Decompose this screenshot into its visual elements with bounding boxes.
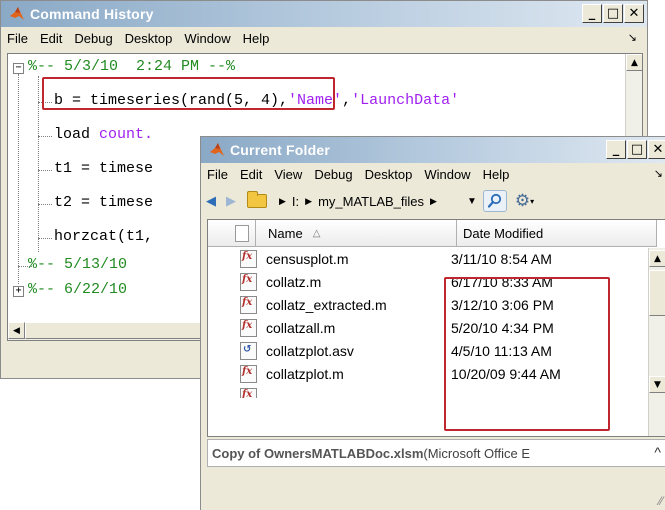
- menu-debug[interactable]: Debug: [314, 167, 352, 182]
- minimize-button[interactable]: _: [582, 4, 602, 23]
- file-details-panel[interactable]: Copy of OwnersMATLABDoc.xlsm (Microsoft …: [207, 439, 665, 467]
- matlab-function-icon: fx: [240, 388, 257, 398]
- back-arrow-icon[interactable]: ◀: [206, 193, 216, 209]
- scroll-left-icon[interactable]: ◀: [8, 322, 25, 339]
- menu-desktop[interactable]: Desktop: [125, 31, 173, 46]
- menu-file[interactable]: File: [207, 167, 228, 182]
- scroll-up-icon[interactable]: ▲: [626, 54, 642, 71]
- scroll-up-icon[interactable]: ▲: [649, 250, 665, 267]
- breadcrumb-arrow-icon[interactable]: ▶: [430, 196, 437, 207]
- breadcrumb-arrow-icon[interactable]: ▶: [279, 196, 286, 207]
- forward-arrow-icon[interactable]: ▶: [226, 193, 236, 209]
- command-history-titlebar[interactable]: Command History: [1, 1, 647, 27]
- file-date: 3/11/10 8:54 AM: [451, 251, 552, 267]
- search-icon: [487, 193, 501, 208]
- matlab-function-icon: fx: [240, 365, 257, 383]
- column-header-name-label: Name: [268, 225, 303, 241]
- matlab-function-icon: fx: [240, 273, 257, 291]
- current-folder-titlebar[interactable]: Current Folder: [201, 137, 665, 163]
- file-name: collatzplot.m: [266, 366, 344, 382]
- menu-window[interactable]: Window: [424, 167, 470, 182]
- maximize-button[interactable]: □: [603, 4, 623, 23]
- file-name: collatzplot.asv: [266, 343, 354, 359]
- collapse-toggle[interactable]: −: [13, 63, 24, 74]
- column-header-date[interactable]: Date Modified: [457, 220, 657, 247]
- maximize-button[interactable]: □: [627, 140, 647, 159]
- highlight-box: [42, 77, 335, 110]
- matlab-function-icon: fx: [240, 296, 257, 314]
- matlab-logo-icon: [9, 6, 25, 22]
- session-header[interactable]: %-- 5/13/10: [28, 256, 127, 273]
- history-command[interactable]: load count.: [54, 126, 153, 143]
- column-header-date-label: Date Modified: [463, 225, 544, 241]
- file-name: collatz_extracted.m: [266, 297, 387, 313]
- menu-edit[interactable]: Edit: [40, 31, 62, 46]
- menu-help[interactable]: Help: [483, 167, 510, 182]
- address-dropdown-icon[interactable]: ▼: [467, 196, 477, 207]
- history-command[interactable]: t2 = timese: [54, 194, 153, 211]
- address-bar: ◀ ▶ ▶ I: ▶ my_MATLAB_files ▶ ▼ ⚙ ▾: [201, 186, 665, 216]
- current-folder-title: Current Folder: [230, 142, 331, 158]
- session-header[interactable]: %-- 6/22/10: [28, 281, 127, 298]
- details-file-name: Copy of OwnersMATLABDoc.xlsm: [212, 445, 424, 461]
- history-command[interactable]: t1 = timese: [54, 160, 153, 177]
- file-name: collatzall.m: [266, 320, 336, 336]
- resize-grip-icon[interactable]: ⁄⁄: [659, 494, 663, 508]
- menu-view[interactable]: View: [274, 167, 302, 182]
- file-header-icon: [235, 224, 249, 242]
- column-header-name[interactable]: Name △: [256, 220, 457, 247]
- breadcrumb-folder[interactable]: my_MATLAB_files: [318, 194, 424, 209]
- expand-toggle[interactable]: +: [13, 286, 24, 297]
- menu-window[interactable]: Window: [184, 31, 230, 46]
- file-row[interactable]: fx censusplot.m 3/11/10 8:54 AM: [208, 248, 648, 270]
- breadcrumb-drive[interactable]: I:: [292, 194, 299, 209]
- file-name: censusplot.m: [266, 251, 349, 267]
- session-header[interactable]: %-- 5/3/10 2:24 PM --%: [28, 58, 235, 75]
- folder-icon: [247, 191, 267, 208]
- horizontal-scroll-thumb[interactable]: [25, 322, 215, 339]
- file-name: collatz.m: [266, 274, 322, 290]
- minimize-button[interactable]: _: [606, 140, 626, 159]
- collapse-details-icon[interactable]: ^: [654, 444, 661, 460]
- details-file-type: (Microsoft Office E: [423, 445, 531, 461]
- menu-desktop[interactable]: Desktop: [365, 167, 413, 182]
- close-button[interactable]: ✕: [648, 140, 665, 159]
- sort-ascending-icon: △: [312, 227, 321, 239]
- dock-arrow-icon[interactable]: ↘: [654, 167, 663, 180]
- file-list-scroll-thumb[interactable]: [649, 270, 665, 316]
- dock-arrow-icon[interactable]: ↘: [628, 31, 637, 44]
- asv-file-icon: ↺: [240, 342, 257, 360]
- file-list-scrollbar[interactable]: ▲ ▼: [648, 248, 665, 436]
- scroll-down-icon[interactable]: ▼: [649, 376, 665, 393]
- history-command[interactable]: horzcat(t1,: [54, 228, 153, 245]
- gear-icon[interactable]: ⚙: [515, 191, 530, 211]
- matlab-logo-icon: [209, 142, 225, 158]
- menu-debug[interactable]: Debug: [74, 31, 112, 46]
- current-folder-window: Current Folder _ □ ✕ File Edit View Debu…: [200, 136, 665, 510]
- matlab-function-icon: fx: [240, 250, 257, 268]
- menu-edit[interactable]: Edit: [240, 167, 262, 182]
- search-button[interactable]: [482, 190, 507, 212]
- menu-help[interactable]: Help: [243, 31, 270, 46]
- current-folder-menubar: File Edit View Debug Desktop Window Help…: [201, 163, 665, 186]
- breadcrumb-arrow-icon[interactable]: ▶: [305, 196, 312, 207]
- header-icon-column[interactable]: [208, 220, 256, 247]
- matlab-function-icon: fx: [240, 319, 257, 337]
- close-button[interactable]: ✕: [624, 4, 644, 23]
- command-history-menubar: File Edit Debug Desktop Window Help ↘: [1, 27, 647, 50]
- highlight-box: [444, 277, 610, 431]
- gear-dropdown-icon[interactable]: ▾: [530, 197, 534, 206]
- menu-file[interactable]: File: [7, 31, 28, 46]
- command-history-title: Command History: [30, 6, 154, 22]
